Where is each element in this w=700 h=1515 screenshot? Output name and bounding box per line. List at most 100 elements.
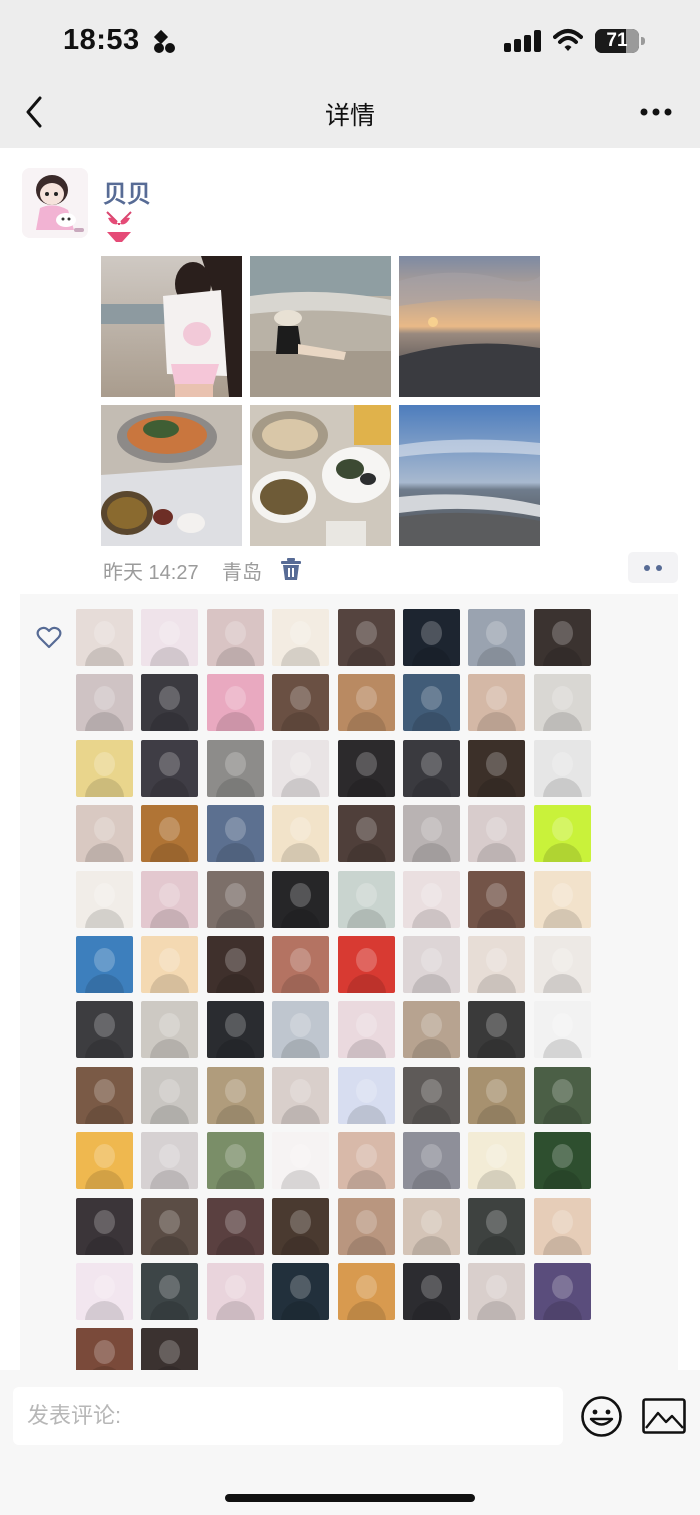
liker-avatar[interactable] bbox=[403, 805, 460, 863]
liker-avatar[interactable] bbox=[272, 674, 330, 732]
liker-avatar[interactable] bbox=[141, 609, 199, 666]
liker-avatar[interactable] bbox=[206, 936, 264, 993]
liker-avatar[interactable] bbox=[468, 870, 526, 928]
liker-avatar[interactable] bbox=[76, 936, 133, 993]
emoji-button[interactable] bbox=[580, 1395, 623, 1438]
liker-avatar[interactable] bbox=[141, 739, 199, 797]
liker-avatar[interactable] bbox=[206, 870, 264, 928]
liker-avatar[interactable] bbox=[468, 1263, 526, 1320]
liker-avatar[interactable] bbox=[141, 805, 199, 863]
liker-avatar[interactable] bbox=[403, 674, 460, 732]
liker-avatar[interactable] bbox=[76, 870, 133, 928]
liker-avatar[interactable] bbox=[337, 674, 395, 732]
liker-avatar[interactable] bbox=[272, 870, 330, 928]
liker-avatar[interactable] bbox=[533, 870, 591, 928]
liker-avatar[interactable] bbox=[533, 936, 591, 993]
liker-avatar[interactable] bbox=[272, 609, 330, 666]
image-button[interactable] bbox=[642, 1398, 686, 1434]
liker-avatar[interactable] bbox=[272, 1263, 330, 1320]
liker-avatar[interactable] bbox=[533, 739, 591, 797]
liker-avatar[interactable] bbox=[272, 1066, 330, 1124]
post-photo-3[interactable] bbox=[399, 256, 540, 397]
delete-button[interactable] bbox=[280, 557, 302, 581]
liker-avatar[interactable] bbox=[468, 1066, 526, 1124]
back-button[interactable] bbox=[18, 92, 52, 132]
liker-avatar[interactable] bbox=[337, 1132, 395, 1190]
liker-avatar[interactable] bbox=[272, 1197, 330, 1255]
liker-avatar[interactable] bbox=[206, 739, 264, 797]
liker-avatar[interactable] bbox=[206, 1263, 264, 1320]
liker-avatar[interactable] bbox=[533, 1197, 591, 1255]
liker-avatar[interactable] bbox=[468, 739, 526, 797]
liker-avatar[interactable] bbox=[141, 1263, 199, 1320]
liker-avatar[interactable] bbox=[141, 674, 199, 732]
liker-avatar[interactable] bbox=[403, 609, 460, 666]
liker-avatar[interactable] bbox=[337, 609, 395, 666]
liker-avatar[interactable] bbox=[403, 936, 460, 993]
liker-avatar[interactable] bbox=[272, 1132, 330, 1190]
liker-avatar[interactable] bbox=[76, 609, 133, 666]
liker-avatar[interactable] bbox=[533, 609, 591, 666]
liker-avatar[interactable] bbox=[337, 870, 395, 928]
liker-avatar[interactable] bbox=[337, 739, 395, 797]
liker-avatar[interactable] bbox=[468, 609, 526, 666]
liker-avatar[interactable] bbox=[337, 1066, 395, 1124]
liker-avatar[interactable] bbox=[337, 1263, 395, 1320]
liker-avatar[interactable] bbox=[76, 1263, 133, 1320]
liker-avatar[interactable] bbox=[272, 936, 330, 993]
liker-avatar[interactable] bbox=[141, 870, 199, 928]
liker-avatar[interactable] bbox=[533, 1132, 591, 1190]
liker-avatar[interactable] bbox=[403, 1263, 460, 1320]
liker-avatar[interactable] bbox=[468, 674, 526, 732]
liker-avatar[interactable] bbox=[468, 1001, 526, 1059]
liker-avatar[interactable] bbox=[403, 1001, 460, 1059]
author-name[interactable]: 贝贝 bbox=[103, 174, 151, 209]
liker-avatar[interactable] bbox=[533, 1066, 591, 1124]
liker-avatar[interactable] bbox=[76, 1132, 133, 1190]
liker-avatar[interactable] bbox=[533, 1001, 591, 1059]
liker-avatar[interactable] bbox=[403, 1132, 460, 1190]
liker-avatar[interactable] bbox=[272, 1001, 330, 1059]
liker-avatar[interactable] bbox=[468, 805, 526, 863]
author-avatar[interactable] bbox=[22, 168, 88, 238]
liker-avatar[interactable] bbox=[206, 674, 264, 732]
liker-avatar[interactable] bbox=[76, 674, 133, 732]
liker-avatar[interactable] bbox=[337, 936, 395, 993]
liker-avatar[interactable] bbox=[337, 805, 395, 863]
liker-avatar[interactable] bbox=[468, 1132, 526, 1190]
liker-avatar[interactable] bbox=[533, 674, 591, 732]
liker-avatar[interactable] bbox=[76, 805, 133, 863]
post-photo-1[interactable] bbox=[101, 256, 242, 397]
liker-avatar[interactable] bbox=[337, 1197, 395, 1255]
liker-avatar[interactable] bbox=[533, 805, 591, 863]
liker-avatar[interactable] bbox=[76, 1066, 133, 1124]
liker-avatar[interactable] bbox=[206, 1066, 264, 1124]
post-location[interactable]: 青岛 bbox=[222, 556, 262, 585]
liker-avatar[interactable] bbox=[468, 936, 526, 993]
liker-avatar[interactable] bbox=[206, 1001, 264, 1059]
liker-avatar[interactable] bbox=[141, 1001, 199, 1059]
liker-avatar[interactable] bbox=[468, 1197, 526, 1255]
liker-avatar[interactable] bbox=[206, 1132, 264, 1190]
post-photo-4[interactable] bbox=[101, 405, 242, 546]
liker-avatar[interactable] bbox=[403, 1066, 460, 1124]
liker-avatar[interactable] bbox=[403, 870, 460, 928]
liker-avatar[interactable] bbox=[141, 936, 199, 993]
post-photo-6[interactable] bbox=[399, 405, 540, 546]
post-photo-2[interactable] bbox=[250, 256, 391, 397]
liker-avatar[interactable] bbox=[141, 1132, 199, 1190]
liker-avatar[interactable] bbox=[206, 1197, 264, 1255]
liker-avatar[interactable] bbox=[533, 1263, 591, 1320]
liker-avatar[interactable] bbox=[337, 1001, 395, 1059]
liker-avatar[interactable] bbox=[403, 1197, 460, 1255]
liker-avatar[interactable] bbox=[141, 1197, 199, 1255]
comment-input[interactable] bbox=[13, 1387, 563, 1445]
liker-avatar[interactable] bbox=[403, 739, 460, 797]
post-photo-5[interactable] bbox=[250, 405, 391, 546]
post-action-button[interactable] bbox=[628, 552, 678, 583]
more-button[interactable] bbox=[636, 100, 676, 124]
liker-avatar[interactable] bbox=[272, 739, 330, 797]
liker-avatar[interactable] bbox=[206, 805, 264, 863]
liker-avatar[interactable] bbox=[76, 739, 133, 797]
liker-avatar[interactable] bbox=[272, 805, 330, 863]
